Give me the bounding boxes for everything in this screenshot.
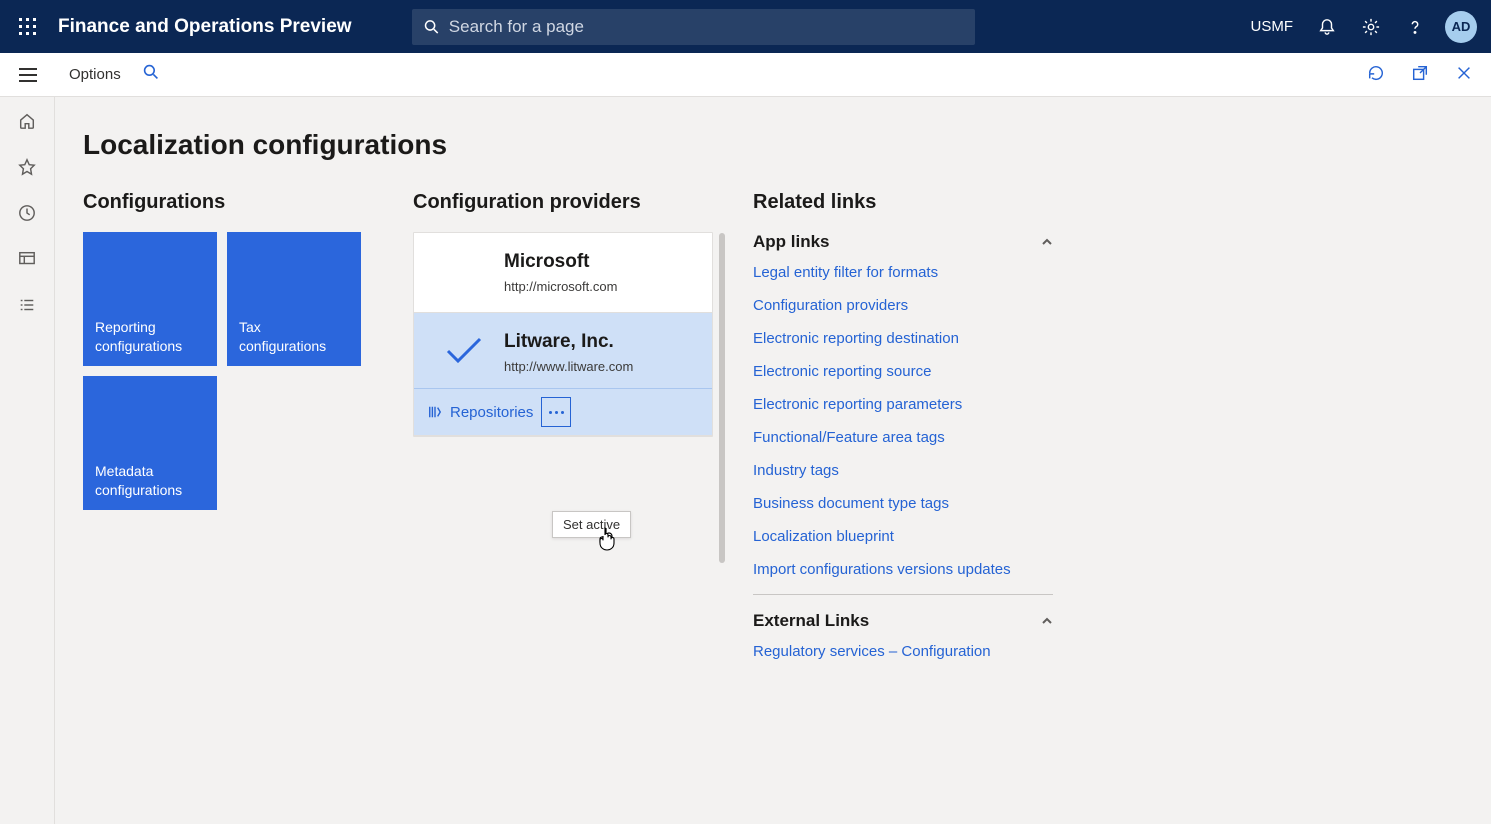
related-links-section: Related links App links Legal entity fil… [753,191,1053,676]
content-area: Localization configurations Configuratio… [55,97,1491,824]
tile-label: Reporting configurations [95,318,205,356]
tooltip-set-active: Set active [552,511,631,538]
scrollbar[interactable] [719,233,725,563]
provider-card-litware[interactable]: Litware, Inc. http://www.litware.com Rep… [414,313,712,436]
topbar: Finance and Operations Preview USMF AD [0,0,1491,53]
settings-icon[interactable] [1351,7,1391,47]
link-import-configurations[interactable]: Import configurations versions updates [753,561,1053,578]
providers-list: Microsoft http://microsoft.com Litware, … [413,232,713,437]
repositories-icon [428,405,442,419]
chevron-up-icon [1041,236,1053,248]
link-industry-tags[interactable]: Industry tags [753,462,1053,479]
notifications-icon[interactable] [1307,7,1347,47]
command-bar: Options [55,53,1491,97]
help-icon[interactable] [1395,7,1435,47]
rail-home-icon[interactable] [15,109,39,133]
link-functional-tags[interactable]: Functional/Feature area tags [753,429,1053,446]
provider-name: Litware, Inc. [504,331,696,353]
link-regulatory-services[interactable]: Regulatory services – Configuration [753,643,1053,660]
external-links-toggle[interactable]: External Links [753,611,1053,631]
command-search-icon[interactable] [143,64,159,85]
link-legal-entity-filter[interactable]: Legal entity filter for formats [753,264,1053,281]
repositories-button[interactable]: Repositories [428,404,533,421]
tile-label: Metadata configurations [95,462,205,500]
tile-metadata-configurations[interactable]: Metadata configurations [83,376,217,510]
provider-url: http://www.litware.com [504,359,696,374]
search-box[interactable] [412,9,975,45]
rail-modules-icon[interactable] [15,293,39,317]
external-links-heading: External Links [753,611,869,631]
environment-label[interactable]: USMF [1241,18,1304,35]
rail-workspaces-icon[interactable] [15,247,39,271]
popout-icon[interactable] [1407,60,1433,89]
link-configuration-providers[interactable]: Configuration providers [753,297,1053,314]
close-icon[interactable] [1451,60,1477,89]
nav-toggle-icon[interactable] [0,53,55,97]
link-er-parameters[interactable]: Electronic reporting parameters [753,396,1053,413]
provider-url: http://microsoft.com [504,279,696,294]
link-er-source[interactable]: Electronic reporting source [753,363,1053,380]
rail-favorites-icon[interactable] [15,155,39,179]
provider-card-microsoft[interactable]: Microsoft http://microsoft.com [414,233,712,313]
page-title: Localization configurations [83,129,1463,161]
configurations-section: Configurations Reporting configurations … [83,191,373,510]
options-button[interactable]: Options [69,66,121,83]
more-actions-button[interactable] [541,397,571,427]
related-links-heading: Related links [753,191,1053,214]
repositories-label: Repositories [450,404,533,421]
ellipsis-icon [549,411,564,414]
configurations-heading: Configurations [83,191,373,214]
tile-reporting-configurations[interactable]: Reporting configurations [83,232,217,366]
rail-recent-icon[interactable] [15,201,39,225]
divider [753,594,1053,595]
waffle-icon[interactable] [10,9,46,45]
providers-section: Configuration providers Microsoft http:/… [413,191,713,437]
link-er-destination[interactable]: Electronic reporting destination [753,330,1053,347]
chevron-up-icon [1041,615,1053,627]
user-avatar[interactable]: AD [1445,11,1477,43]
topbar-right: USMF AD [1241,7,1482,47]
checkmark-icon [444,335,484,365]
search-input[interactable] [449,17,963,37]
provider-name: Microsoft [504,251,696,273]
left-rail [0,97,55,824]
providers-heading: Configuration providers [413,191,713,214]
link-business-doc-tags[interactable]: Business document type tags [753,495,1053,512]
link-localization-blueprint[interactable]: Localization blueprint [753,528,1053,545]
refresh-icon[interactable] [1363,60,1389,89]
tile-label: Tax configurations [239,318,349,356]
app-links-heading: App links [753,232,830,252]
search-icon [424,19,439,35]
app-title: Finance and Operations Preview [58,16,352,38]
tile-tax-configurations[interactable]: Tax configurations [227,232,361,366]
app-links-toggle[interactable]: App links [753,232,1053,252]
